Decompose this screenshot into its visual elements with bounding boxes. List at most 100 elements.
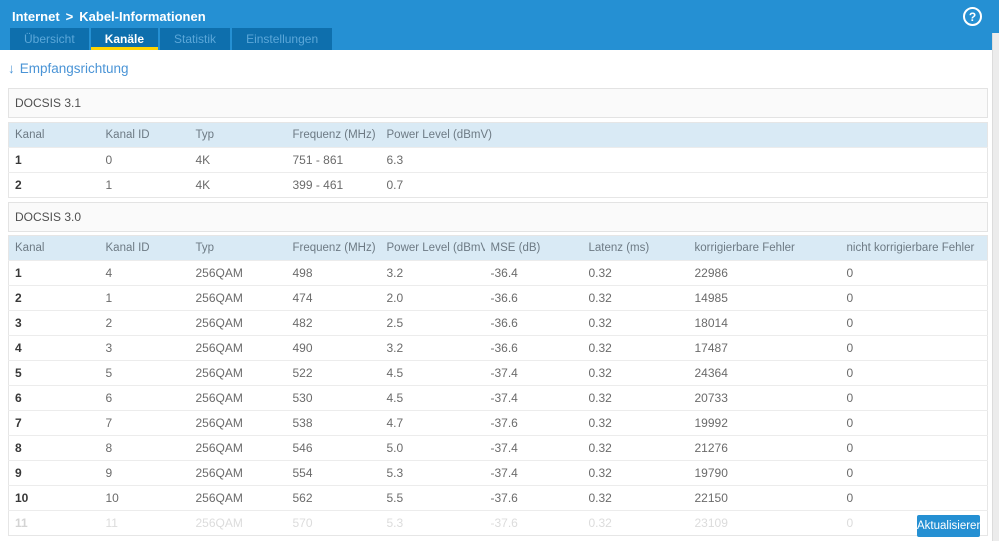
- table-cell: 0: [840, 435, 988, 461]
- table-cell: 0.32: [582, 510, 689, 536]
- scrollbar[interactable]: [992, 33, 999, 541]
- table-header-row: Kanal Kanal ID Typ Frequenz (MHz) Power Leve…: [8, 122, 988, 148]
- table-cell: -37.4: [484, 385, 583, 411]
- table-cell: 4K: [189, 172, 287, 198]
- table-cell: 5.0: [380, 435, 485, 461]
- section-title-docsis31: DOCSIS 3.1: [8, 88, 988, 118]
- tab-kanaele[interactable]: Kanäle: [90, 28, 159, 50]
- table-cell: 256QAM: [189, 385, 287, 411]
- table-row: 6 6 256QAM 530 4.5 -37.4 0.32 20733 0: [8, 385, 988, 411]
- table-cell: 9: [8, 460, 100, 486]
- breadcrumb-internet[interactable]: Internet: [12, 9, 60, 24]
- table-cell: 0.32: [582, 435, 689, 461]
- table-cell: 256QAM: [189, 285, 287, 311]
- top-header: Internet > Kabel-Informationen ? Übersic…: [0, 0, 999, 50]
- table-cell: 256QAM: [189, 460, 287, 486]
- table-cell: 6: [99, 385, 190, 411]
- table-cell: 10: [99, 485, 190, 511]
- table-row: 11 11 256QAM 570 5.3 -37.6 0.32 23109 0: [8, 510, 988, 536]
- table-cell: 0.32: [582, 285, 689, 311]
- table-cell: 562: [286, 485, 381, 511]
- table-cell: 0: [840, 335, 988, 361]
- table-cell: 0.32: [582, 485, 689, 511]
- table-cell: 399 - 461: [286, 172, 381, 198]
- table-cell: 1: [99, 172, 190, 198]
- table-cell: 7: [8, 410, 100, 436]
- column-header: Typ: [189, 235, 287, 261]
- table-cell: 7: [99, 410, 190, 436]
- table-cell: 256QAM: [189, 310, 287, 336]
- table-cell: 2: [8, 285, 100, 311]
- table-cell: -37.6: [484, 485, 583, 511]
- table-cell: 256QAM: [189, 260, 287, 286]
- table-cell: 3: [99, 335, 190, 361]
- table-cell: 256QAM: [189, 435, 287, 461]
- table-cell: 11: [99, 510, 190, 536]
- column-header: Power Level (dBmV): [380, 122, 988, 148]
- cable-information-page: Internet > Kabel-Informationen ? Übersic…: [0, 0, 999, 541]
- table-cell: 0: [840, 460, 988, 486]
- help-button[interactable]: ?: [963, 7, 982, 26]
- table-cell: 490: [286, 335, 381, 361]
- table-cell: 0: [99, 147, 190, 173]
- table-row: 5 5 256QAM 522 4.5 -37.4 0.32 24364 0: [8, 360, 988, 386]
- tab-statistik[interactable]: Statistik: [160, 28, 231, 50]
- table-cell: 530: [286, 385, 381, 411]
- table-cell: 482: [286, 310, 381, 336]
- table-cell: 0: [840, 310, 988, 336]
- table-cell: 0: [840, 485, 988, 511]
- table-cell: 0.7: [380, 172, 988, 198]
- table-cell: 3: [8, 310, 100, 336]
- table-cell: 4.5: [380, 360, 485, 386]
- table-cell: 9: [99, 460, 190, 486]
- table-cell: -37.6: [484, 410, 583, 436]
- table-cell: 1: [8, 260, 100, 286]
- table-row: 7 7 256QAM 538 4.7 -37.6 0.32 19992 0: [8, 410, 988, 436]
- table-cell: 1: [8, 147, 100, 173]
- table-cell: 0.32: [582, 360, 689, 386]
- table-cell: 546: [286, 435, 381, 461]
- column-header: Kanal ID: [99, 235, 190, 261]
- breadcrumb-separator-icon: >: [65, 8, 74, 24]
- receive-direction-label: Empfangsrichtung: [19, 61, 129, 76]
- table-cell: -37.4: [484, 435, 583, 461]
- table-cell: 4: [99, 260, 190, 286]
- table-cell: 2.5: [380, 310, 485, 336]
- table-cell: 522: [286, 360, 381, 386]
- table-cell: 256QAM: [189, 410, 287, 436]
- table-cell: 19790: [688, 460, 841, 486]
- table-cell: 5: [8, 360, 100, 386]
- tab-einstellungen[interactable]: Einstellungen: [232, 28, 333, 50]
- table-cell: 538: [286, 410, 381, 436]
- table-cell: 22986: [688, 260, 841, 286]
- table-cell: 1: [99, 285, 190, 311]
- table-row: 2 1 4K 399 - 461 0.7: [8, 172, 988, 198]
- table-cell: 3.2: [380, 335, 485, 361]
- table-cell: 6.3: [380, 147, 988, 173]
- column-header: Frequenz (MHz): [286, 235, 381, 261]
- table-cell: 23109: [688, 510, 841, 536]
- table-cell: 498: [286, 260, 381, 286]
- table-cell: 4K: [189, 147, 287, 173]
- table-cell: 0: [840, 260, 988, 286]
- table-cell: -36.6: [484, 310, 583, 336]
- table-cell: 19992: [688, 410, 841, 436]
- table-row: 1 4 256QAM 498 3.2 -36.4 0.32 22986 0: [8, 260, 988, 286]
- table-cell: 0.32: [582, 385, 689, 411]
- refresh-button[interactable]: Aktualisieren: [917, 515, 983, 537]
- receive-direction-heading[interactable]: ↓ Empfangsrichtung: [8, 61, 129, 76]
- table-row: 1 0 4K 751 - 861 6.3: [8, 147, 988, 173]
- table-cell: 3.2: [380, 260, 485, 286]
- table-cell: 21276: [688, 435, 841, 461]
- table-cell: 554: [286, 460, 381, 486]
- table-cell: 8: [99, 435, 190, 461]
- table-row: 9 9 256QAM 554 5.3 -37.4 0.32 19790 0: [8, 460, 988, 486]
- table-cell: 0: [840, 385, 988, 411]
- table-cell: -37.6: [484, 510, 583, 536]
- table-cell: 5.5: [380, 485, 485, 511]
- table-cell: 5: [99, 360, 190, 386]
- table-cell: 0: [840, 285, 988, 311]
- table-cell: 751 - 861: [286, 147, 381, 173]
- tab-uebersicht[interactable]: Übersicht: [10, 28, 89, 50]
- table-cell: 256QAM: [189, 360, 287, 386]
